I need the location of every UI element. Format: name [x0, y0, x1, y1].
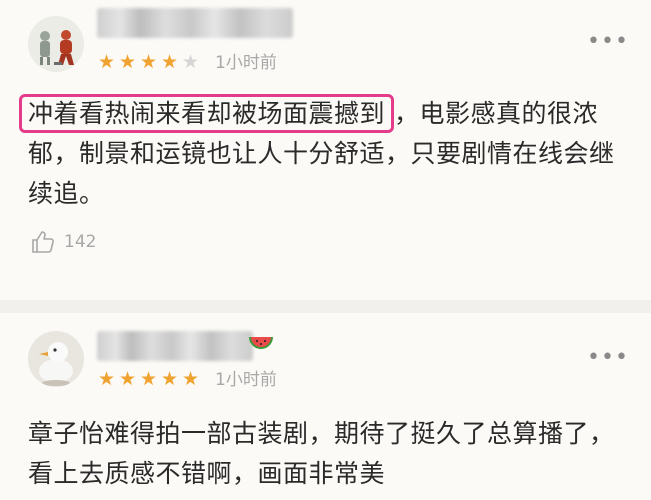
star-filled-icon: ★: [97, 51, 116, 73]
timestamp: 1小时前: [215, 53, 277, 73]
thumbs-up-icon: [32, 231, 54, 253]
username-blurred[interactable]: [97, 8, 293, 38]
star-filled-icon: ★: [181, 368, 200, 390]
star-empty-icon: ★: [181, 51, 200, 73]
review-text: 冲着看热闹来看却被场面震撼到 ，电影感真的很浓郁，制景和运镜也让人十分舒适，只要剧…: [19, 94, 638, 214]
more-options-icon[interactable]: •••: [587, 31, 629, 53]
star-filled-icon: ★: [97, 368, 116, 390]
star-filled-icon: ★: [118, 51, 137, 73]
like-count: 142: [64, 232, 97, 252]
highlighted-phrase: 冲着看热闹来看却被场面震撼到: [19, 94, 395, 133]
star-filled-icon: ★: [139, 51, 158, 73]
star-filled-icon: ★: [160, 368, 179, 390]
review-divider: [0, 300, 651, 313]
rating-stars: ★ ★ ★ ★ ★: [97, 368, 200, 390]
review-card: ★ ★ ★ ★ ★ 1小时前 ••• 章子怡难得拍一部古装剧，期待了挺久了总算播了，看上…: [0, 313, 651, 500]
more-options-icon[interactable]: •••: [587, 347, 629, 369]
like-button[interactable]: 142: [30, 229, 96, 255]
review-card: ★ ★ ★ ★ ★ 1小时前 ••• 冲着看热闹来看却被场面震撼到 ，电影感真的很浓郁，制…: [0, 0, 651, 300]
user-avatar[interactable]: [28, 16, 84, 72]
watermelon-badge-icon: [249, 337, 273, 349]
avatar-figures-icon: [28, 16, 84, 72]
user-avatar[interactable]: [28, 331, 84, 387]
star-filled-icon: ★: [160, 51, 179, 73]
star-filled-icon: ★: [118, 368, 137, 390]
rating-stars: ★ ★ ★ ★ ★: [97, 51, 200, 73]
avatar-duck-icon: [28, 331, 84, 387]
timestamp: 1小时前: [215, 370, 277, 390]
username-blurred[interactable]: [97, 331, 253, 361]
star-filled-icon: ★: [139, 368, 158, 390]
review-text: 章子怡难得拍一部古装剧，期待了挺久了总算播了，看上去质感不错啊，画面非常美: [28, 419, 615, 488]
